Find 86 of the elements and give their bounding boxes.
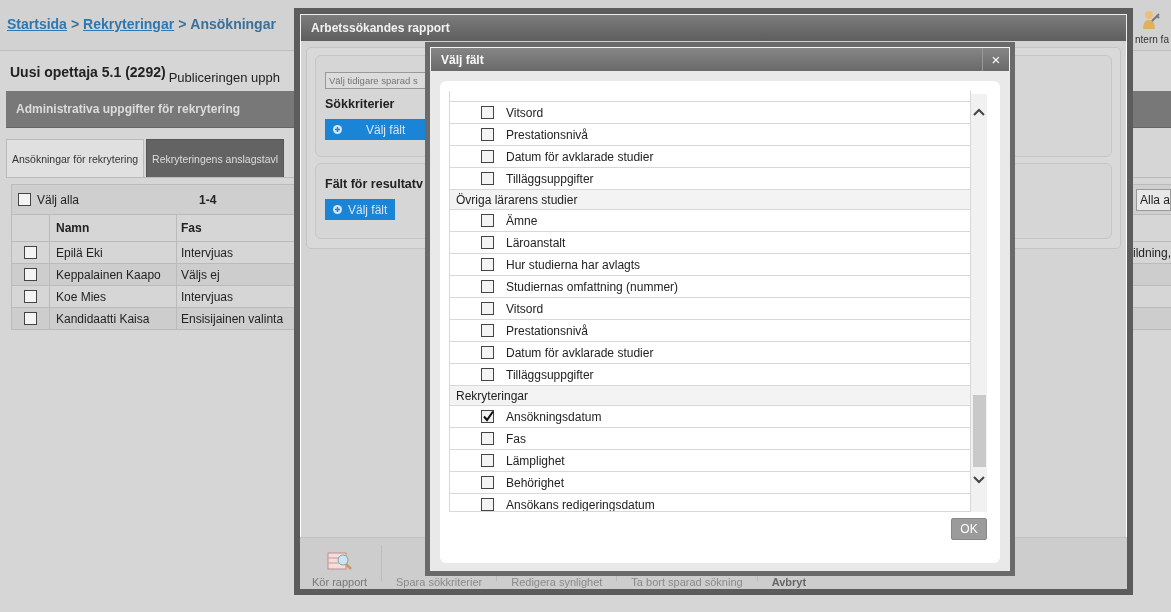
field-label: Läroanstalt: [506, 235, 566, 250]
checkbox[interactable]: [481, 346, 494, 359]
result-range: 1-4: [199, 192, 217, 207]
plus-icon: [333, 125, 342, 134]
user-key-icon[interactable]: [1143, 10, 1161, 30]
breadcrumb-separator: >: [178, 16, 187, 32]
field-label: Hur studierna har avlagts: [506, 257, 641, 272]
field-label: Datum för avklarade studier: [506, 345, 654, 360]
checkbox[interactable]: [481, 172, 494, 185]
breadcrumb-link[interactable]: Rekryteringar: [83, 16, 175, 32]
table-cell: Koe Mies: [50, 286, 177, 307]
tab[interactable]: Rekryteringens anslagstavl: [146, 139, 285, 177]
dialog-title: Välj fält: [441, 52, 484, 67]
checkbox[interactable]: [481, 258, 494, 271]
table-cell: Kandidaatti Kaisa: [50, 308, 177, 329]
table-cell: Keppalainen Kaapo: [50, 264, 177, 285]
table-cell: ildning,: [1132, 245, 1171, 260]
chevron-up-icon[interactable]: [973, 108, 985, 116]
field-label: Prestationsnivå: [506, 127, 589, 142]
checkbox[interactable]: [481, 106, 494, 119]
toolbar-label: Redigera synlighet: [511, 576, 603, 588]
table-cell-text: Intervjuas: [180, 289, 234, 304]
scrollbar[interactable]: [971, 94, 987, 512]
checkbox[interactable]: [481, 302, 494, 315]
toolbar-label[interactable]: Kör rapport: [312, 576, 368, 588]
section-title: Administrativa uppgifter för rekrytering: [16, 102, 241, 116]
field-label: Tilläggsuppgifter: [506, 367, 594, 382]
field-label: Prestationsnivå: [506, 323, 589, 338]
publication-status: Publiceringen upph: [168, 70, 280, 85]
checkbox[interactable]: [481, 128, 494, 141]
checkbox[interactable]: [481, 280, 494, 293]
checkbox[interactable]: [481, 476, 494, 489]
checkbox[interactable]: [481, 498, 494, 511]
select-all-label: Välj alla: [37, 192, 80, 207]
field-label: Studiernas omfattning (nummer): [506, 279, 679, 294]
field-label: Fas: [506, 431, 526, 446]
ok-button[interactable]: OK: [951, 518, 987, 540]
column-header: Fas: [180, 221, 202, 235]
scrollbar-thumb[interactable]: [972, 395, 986, 467]
field-label: Behörighet: [506, 475, 565, 490]
filter-dropdown[interactable]: Alla a: [1136, 188, 1171, 211]
checkbox[interactable]: [481, 236, 494, 249]
toolbar-label[interactable]: Avbryt: [771, 576, 807, 588]
checkbox[interactable]: [24, 246, 37, 259]
checkbox[interactable]: [481, 214, 494, 227]
checkbox[interactable]: [481, 410, 494, 423]
table-cell: Epilä Eki: [50, 242, 177, 263]
field-label: Tilläggsuppgifter: [506, 171, 594, 186]
checkbox[interactable]: [24, 268, 37, 281]
breadcrumb-separator: >: [70, 16, 80, 32]
table-cell-text: Väljs ej: [180, 267, 220, 282]
field-label: Datum för avklarade studier: [506, 149, 654, 164]
table-cell-text: Ensisijainen valinta: [180, 311, 284, 326]
checkbox[interactable]: [481, 150, 494, 163]
column-header: Namn: [50, 215, 177, 241]
field-label: Ämne: [506, 213, 538, 228]
close-button[interactable]: ×: [982, 48, 1009, 71]
field-label: Ansökans redigeringsdatum: [506, 497, 655, 511]
table-cell-text: Intervjuas: [180, 245, 234, 260]
checkbox[interactable]: [18, 193, 31, 206]
field-label: Vitsord: [506, 105, 544, 120]
field-label: Ansökningsdatum: [506, 409, 602, 424]
plus-icon: [333, 205, 342, 214]
section-heading: Fält för resultatv: [325, 177, 423, 191]
checkbox[interactable]: [481, 454, 494, 467]
checkbox[interactable]: [481, 368, 494, 381]
choose-fields-button[interactable]: Välj fält: [325, 199, 396, 220]
breadcrumb-link[interactable]: Startsida: [7, 16, 67, 32]
dialog-title: Arbetssökandes rapport: [311, 21, 450, 35]
toolbar-label: Spara sökkriterier: [396, 576, 483, 588]
checkbox[interactable]: [481, 324, 494, 337]
group-heading: Övriga lärarens studier: [450, 190, 970, 210]
checkbox[interactable]: [24, 290, 37, 303]
chevron-down-icon[interactable]: [973, 476, 985, 484]
breadcrumb-current: Ansökningar: [190, 16, 276, 32]
group-heading: Rekryteringar: [450, 386, 970, 406]
report-search-icon: [326, 551, 353, 573]
field-label: Vitsord: [506, 301, 544, 316]
toolbar-label: Ta bort sparad sökning: [631, 576, 743, 588]
page-title: Uusi opettaja 5.1 (2292): [10, 64, 166, 82]
checkbox[interactable]: [24, 312, 37, 325]
checkbox[interactable]: [481, 432, 494, 445]
section-heading: Sökkriterier: [325, 97, 395, 111]
toolbar-label[interactable]: ntern fa: [1135, 34, 1169, 45]
field-label: Lämplighet: [506, 453, 565, 468]
tab[interactable]: Ansökningar för rekrytering: [6, 139, 145, 177]
